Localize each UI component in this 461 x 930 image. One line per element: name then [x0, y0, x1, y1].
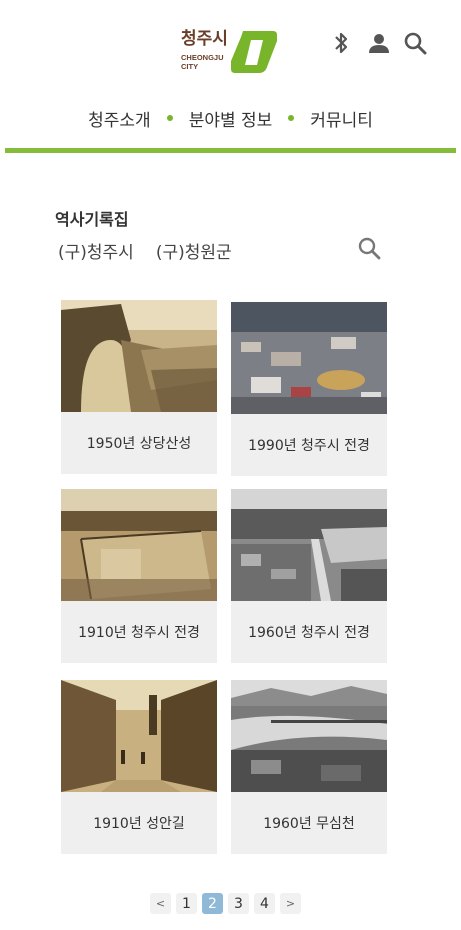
region-tabs: (구)청주시 (구)청원군 — [58, 238, 232, 263]
card-caption: 1960년 무심천 — [231, 792, 387, 854]
nav-item-community[interactable]: 커뮤니티 — [310, 106, 373, 131]
archive-card[interactable]: 1960년 청주시 전경 — [231, 489, 387, 663]
archive-card[interactable]: 1990년 청주시 전경 — [231, 302, 387, 476]
logo-english: CHEONGJU CITY — [181, 53, 224, 71]
archive-card[interactable]: 1950년 상당산성 — [61, 300, 217, 474]
nav-separator-dot — [166, 115, 173, 121]
archive-search-icon[interactable] — [356, 235, 382, 261]
tab-old-cheongju[interactable]: (구)청주시 — [58, 238, 134, 263]
logo-title: 청주시 — [181, 29, 228, 49]
photo-musimcheon — [231, 680, 387, 792]
page-3[interactable]: 3 — [228, 893, 249, 914]
pagination-prev[interactable]: < — [150, 893, 171, 914]
page-1[interactable]: 1 — [176, 893, 197, 914]
nav-item-info[interactable]: 분야별 정보 — [189, 106, 273, 131]
photo-fortress-wall — [61, 300, 217, 412]
nav-separator-dot — [288, 115, 295, 121]
logo-en-line2: CITY — [181, 62, 199, 71]
nav-item-about[interactable]: 청주소개 — [88, 106, 151, 131]
archive-card[interactable]: 1960년 무심천 — [231, 680, 387, 854]
logo-mark-icon — [231, 31, 277, 73]
pagination: < 1 2 3 4 > — [150, 893, 301, 914]
photo-city-1990 — [231, 302, 387, 414]
cheongju-logo[interactable]: 청주시 CHEONGJU CITY — [179, 24, 281, 78]
page-2-current[interactable]: 2 — [202, 893, 223, 914]
bluetooth-icon[interactable] — [328, 30, 354, 56]
user-icon[interactable] — [366, 30, 392, 56]
search-icon[interactable] — [402, 30, 428, 56]
main-nav: 청주소개 분야별 정보 커뮤니티 — [0, 103, 461, 133]
logo-en-line1: CHEONGJU — [181, 53, 224, 62]
page-4[interactable]: 4 — [254, 893, 275, 914]
archive-card[interactable]: 1910년 청주시 전경 — [61, 489, 217, 663]
card-caption: 1990년 청주시 전경 — [231, 414, 387, 476]
card-caption: 1950년 상당산성 — [61, 412, 217, 474]
tab-old-cheongwon[interactable]: (구)청원군 — [156, 238, 232, 263]
archive-card[interactable]: 1910년 성안길 — [61, 680, 217, 854]
card-caption: 1910년 성안길 — [61, 792, 217, 854]
photo-city-1910 — [61, 489, 217, 601]
card-caption: 1910년 청주시 전경 — [61, 601, 217, 663]
photo-seongan-street — [61, 680, 217, 792]
nav-divider-bar — [5, 148, 456, 153]
section-title: 역사기록집 — [55, 210, 129, 229]
header: 청주시 CHEONGJU CITY — [0, 0, 461, 100]
photo-city-1960 — [231, 489, 387, 601]
card-caption: 1960년 청주시 전경 — [231, 601, 387, 663]
pagination-next[interactable]: > — [280, 893, 301, 914]
